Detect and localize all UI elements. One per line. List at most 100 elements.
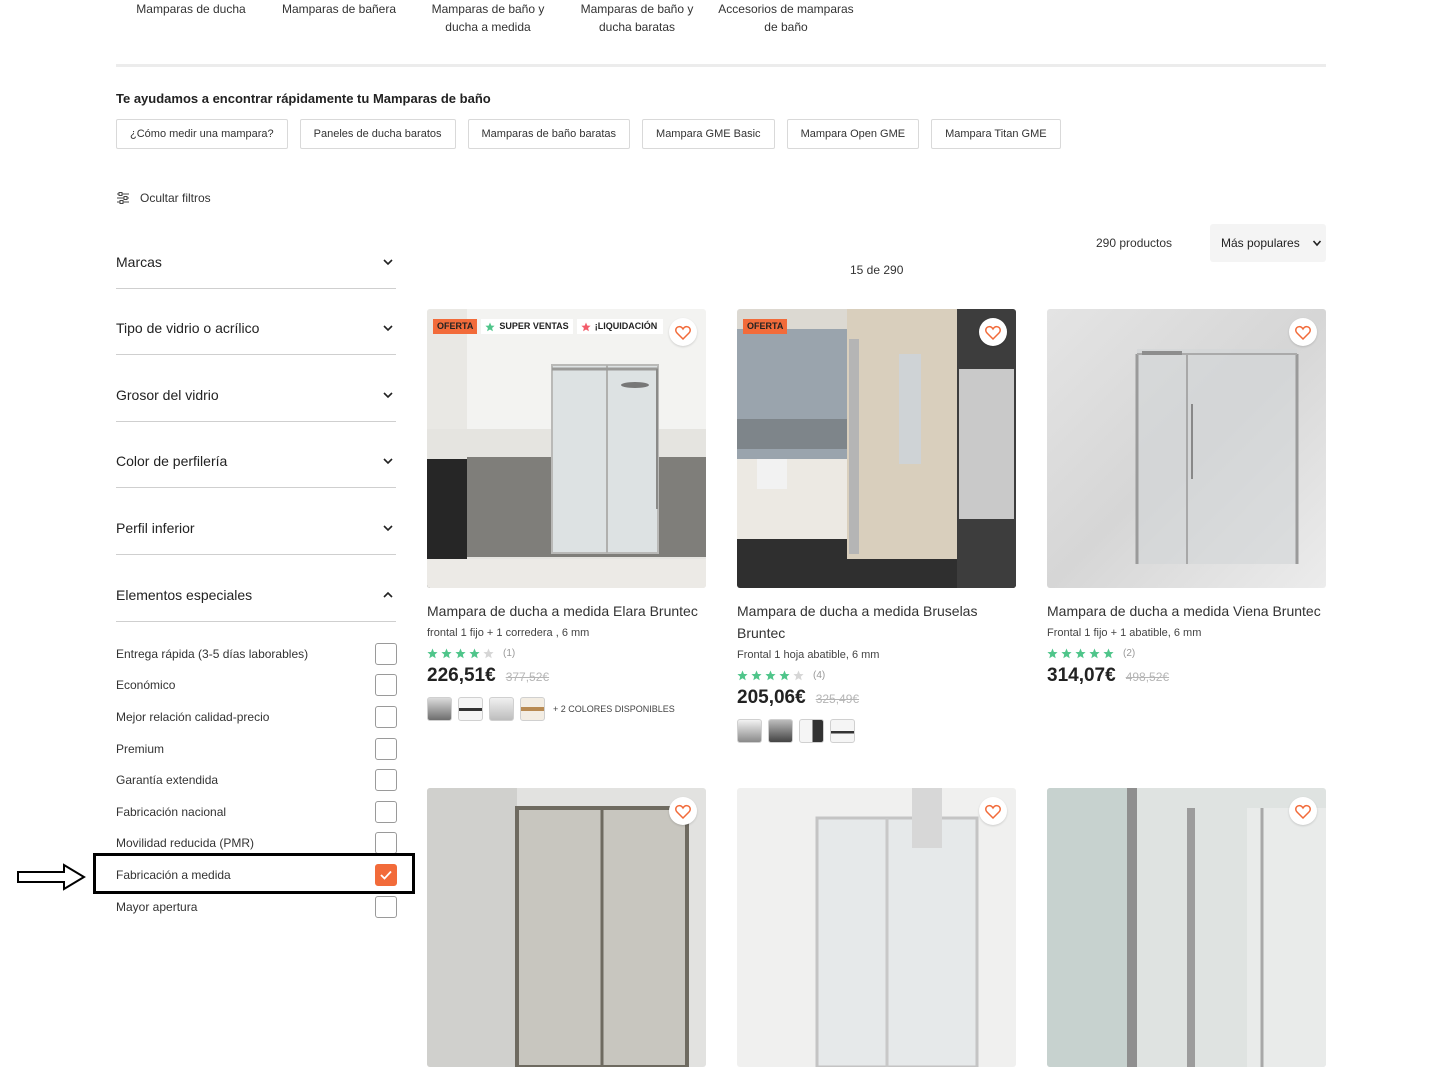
favorite-button[interactable] (669, 318, 697, 346)
product-name[interactable]: Mampara de ducha a medida Elara Bruntec (427, 600, 706, 622)
product-name[interactable]: Mampara de ducha a medida Viena Bruntec (1047, 600, 1326, 622)
facet-tipo-vidrio[interactable]: Tipo de vidrio o acrílico (116, 314, 396, 355)
option-checkbox[interactable] (375, 738, 397, 760)
category-link-baratas[interactable]: Mamparas de baño y ducha baratas (571, 0, 703, 36)
product-image[interactable] (427, 788, 706, 1067)
product-description: Frontal 1 fijo + 1 abatible, 6 mm (1047, 627, 1202, 639)
price-block: 314,07€ 498,52€ (1047, 665, 1326, 687)
chevron-down-icon (383, 525, 393, 532)
product-card[interactable]: OFERTA SUPER VENTAS ¡LIQUIDACIÓN Mampara… (427, 309, 706, 721)
filter-option-economico[interactable]: Económico (116, 673, 398, 697)
facet-label: Elementos especiales (116, 587, 253, 603)
product-photo-bathroom (737, 309, 1016, 588)
color-swatches: + 2 COLORES DISPONIBLES (427, 697, 706, 721)
swatch-dark[interactable] (768, 719, 793, 743)
facet-elementos-especiales[interactable]: Elementos especiales (116, 581, 396, 622)
option-checkbox[interactable] (375, 674, 397, 696)
heart-icon (985, 804, 1001, 819)
product-description: frontal 1 fijo + 1 corredera , 6 mm (427, 627, 590, 639)
option-checkbox[interactable] (375, 706, 397, 728)
star-icon (455, 648, 466, 659)
swatch-black-line[interactable] (458, 697, 483, 721)
filter-option-garantia[interactable]: Garantía extendida (116, 768, 398, 792)
star-icon (1103, 648, 1114, 659)
facet-grosor-vidrio[interactable]: Grosor del vidrio (116, 381, 396, 422)
star-icon (765, 670, 776, 681)
product-image[interactable] (1047, 309, 1326, 588)
product-card[interactable]: OFERTA Mampara de ducha a medida Brusela… (737, 309, 1016, 743)
swatch-black-white[interactable] (799, 719, 824, 743)
product-name[interactable]: Mampara de ducha a medida Bruselas Brunt… (737, 600, 1016, 644)
sort-select[interactable]: Más populares (1210, 224, 1326, 262)
review-count: (2) (1123, 648, 1136, 659)
filter-option-premium[interactable]: Premium (116, 737, 398, 761)
badge-label: ¡LIQUIDACIÓN (594, 321, 658, 331)
option-label: Entrega rápida (3-5 días laborables) (116, 647, 309, 661)
swatch-gold[interactable] (520, 697, 545, 721)
help-link-baratas[interactable]: Mamparas de baño baratas (467, 119, 631, 149)
help-link-open-gme[interactable]: Mampara Open GME (786, 119, 920, 149)
option-label: Movilidad reducida (PMR) (116, 836, 255, 850)
rating-stars: (1) (427, 648, 706, 659)
help-link-paneles[interactable]: Paneles de ducha baratos (299, 119, 456, 149)
product-photo-bathroom (427, 309, 706, 588)
option-label: Económico (116, 678, 176, 692)
rating-stars: (2) (1047, 648, 1326, 659)
pointer-arrow-icon (17, 863, 86, 891)
heart-icon (1295, 804, 1311, 819)
facet-marcas[interactable]: Marcas (116, 248, 396, 289)
favorite-button[interactable] (979, 318, 1007, 346)
help-link-gme-basic[interactable]: Mampara GME Basic (642, 119, 775, 149)
swatch-black-line[interactable] (830, 719, 855, 743)
favorite-button[interactable] (669, 797, 697, 825)
favorite-button[interactable] (979, 797, 1007, 825)
current-price: 226,51€ (427, 665, 496, 686)
help-link-medir[interactable]: ¿Cómo medir una mampara? (116, 119, 288, 149)
category-link-mamparas-ducha[interactable]: Mamparas de ducha (116, 0, 266, 18)
category-link-accesorios[interactable]: Accesorios de mamparas de baño (714, 0, 858, 36)
option-checkbox[interactable] (375, 896, 397, 918)
category-link-mamparas-banera[interactable]: Mamparas de bañera (265, 0, 413, 18)
more-colors-label[interactable]: + 2 COLORES DISPONIBLES (553, 704, 675, 714)
option-checkbox[interactable] (375, 643, 397, 665)
option-label: Mayor apertura (116, 900, 198, 914)
filter-sliders-icon (117, 192, 129, 204)
heart-icon (985, 325, 1001, 340)
hide-filters-button[interactable]: Ocultar filtros (116, 191, 211, 205)
favorite-button[interactable] (1289, 318, 1317, 346)
filter-option-mayor-apertura[interactable]: Mayor apertura (116, 895, 398, 919)
star-icon (1047, 648, 1058, 659)
product-card[interactable] (737, 788, 1016, 1067)
category-link-a-medida[interactable]: Mamparas de baño y ducha a medida (420, 0, 556, 36)
chevron-down-icon (383, 458, 393, 465)
swatch-silver[interactable] (489, 697, 514, 721)
chevron-up-icon (383, 591, 393, 598)
review-count: (1) (503, 648, 516, 659)
facet-color-perfileria[interactable]: Color de perfilería (116, 447, 396, 488)
filter-option-entrega-rapida[interactable]: Entrega rápida (3-5 días laborables) (116, 642, 398, 666)
option-checkbox[interactable] (375, 801, 397, 823)
product-image[interactable] (1047, 788, 1326, 1067)
help-link-titan-gme[interactable]: Mampara Titan GME (931, 119, 1061, 149)
star-icon (469, 648, 480, 659)
product-card[interactable] (427, 788, 706, 1067)
favorite-button[interactable] (1289, 797, 1317, 825)
filter-option-fabricacion-nacional[interactable]: Fabricación nacional (116, 800, 398, 824)
option-checkbox[interactable] (375, 832, 397, 854)
option-checkbox[interactable] (375, 769, 397, 791)
star-icon (793, 670, 804, 681)
product-card[interactable]: Mampara de ducha a medida Viena Bruntec … (1047, 309, 1326, 687)
product-image[interactable] (737, 788, 1016, 1067)
filter-option-calidad-precio[interactable]: Mejor relación calidad-precio (116, 705, 398, 729)
product-card[interactable] (1047, 788, 1326, 1067)
product-image[interactable]: OFERTA SUPER VENTAS ¡LIQUIDACIÓN (427, 309, 706, 588)
swatch-chrome[interactable] (737, 719, 762, 743)
product-image[interactable]: OFERTA (737, 309, 1016, 588)
facet-perfil-inferior[interactable]: Perfil inferior (116, 514, 396, 555)
swatch-chrome[interactable] (427, 697, 452, 721)
facet-label: Grosor del vidrio (116, 387, 219, 403)
old-price: 498,52€ (1125, 670, 1170, 684)
product-badges: OFERTA SUPER VENTAS ¡LIQUIDACIÓN (433, 319, 663, 334)
star-icon (427, 648, 438, 659)
filter-option-movilidad-reducida[interactable]: Movilidad reducida (PMR) (116, 831, 398, 855)
